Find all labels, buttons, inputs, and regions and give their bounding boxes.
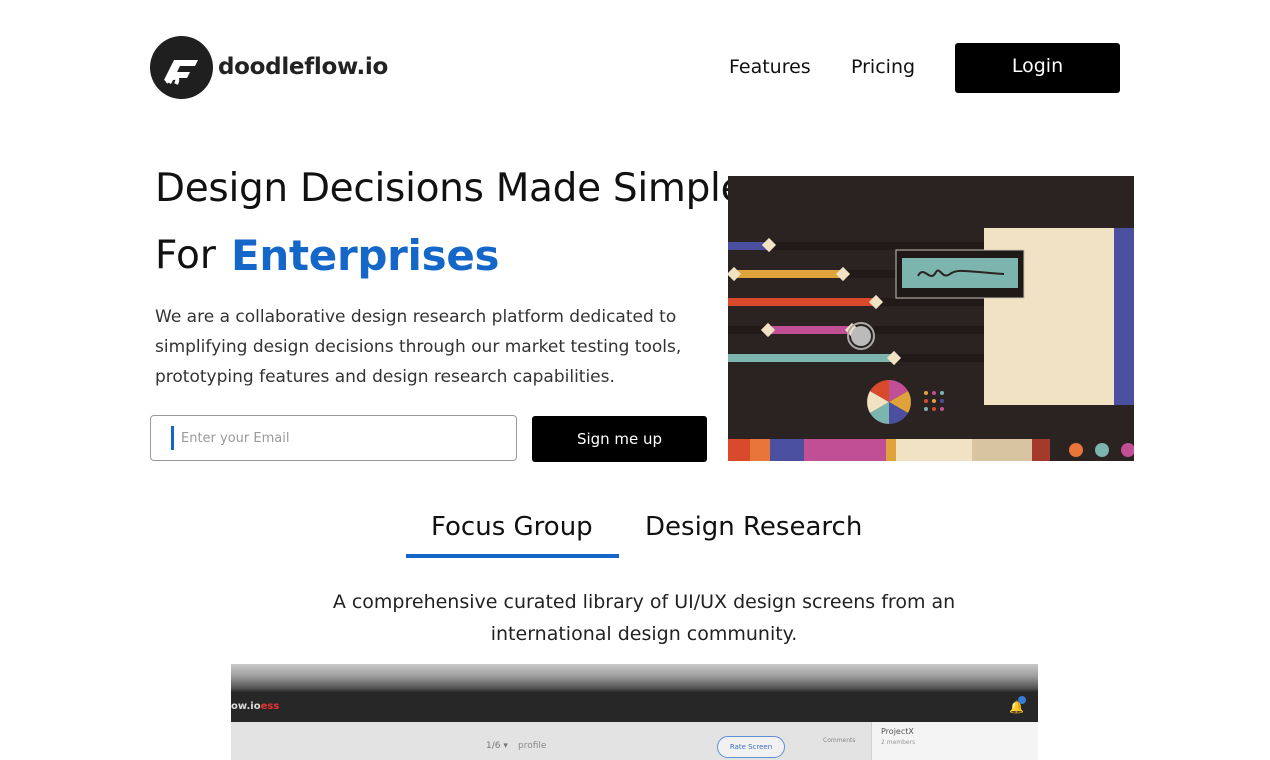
tab-focus-group[interactable]: Focus Group (431, 512, 593, 542)
hero-title: Design Decisions Made Simple (155, 166, 745, 211)
preview-project-name: ProjectX (881, 727, 914, 736)
preview-brand-tag: ess (260, 701, 280, 712)
hero-for-label: For (155, 233, 216, 278)
design-research-illustration (726, 176, 1135, 461)
preview-comments: Comments (823, 737, 856, 744)
nav-features-link[interactable]: Features (729, 56, 811, 78)
tab-description: A comprehensive curated library of UI/UX… (332, 591, 956, 645)
preview-counter: 1/6 ▾ (486, 741, 508, 751)
sign-up-button[interactable]: Sign me up (532, 416, 707, 462)
text-caret (171, 426, 174, 450)
active-tab-indicator (406, 554, 619, 558)
preview-rate-screen-button: Rate Screen (717, 736, 785, 758)
preview-brand: ow.ioess (231, 701, 279, 712)
hero-description: We are a collaborative design research p… (155, 307, 682, 387)
preview-top-bar (231, 692, 1038, 722)
brand-name[interactable]: doodleflow.io (218, 54, 388, 80)
tab-design-research[interactable]: Design Research (645, 512, 862, 542)
notification-badge (1018, 696, 1026, 704)
logo-icon[interactable] (150, 36, 213, 99)
app-preview-screenshot: ow.ioess 🔔 1/6 ▾ profile Rate Screen Com… (231, 664, 1038, 760)
email-input[interactable] (150, 415, 517, 461)
preview-brand-name: ow.io (231, 701, 261, 712)
preview-members: 2 members (881, 739, 916, 746)
preview-profile: profile (518, 741, 547, 751)
hero-accent-word: Enterprises (231, 231, 500, 280)
login-button[interactable]: Login (955, 43, 1120, 93)
nav-pricing-link[interactable]: Pricing (851, 56, 915, 78)
